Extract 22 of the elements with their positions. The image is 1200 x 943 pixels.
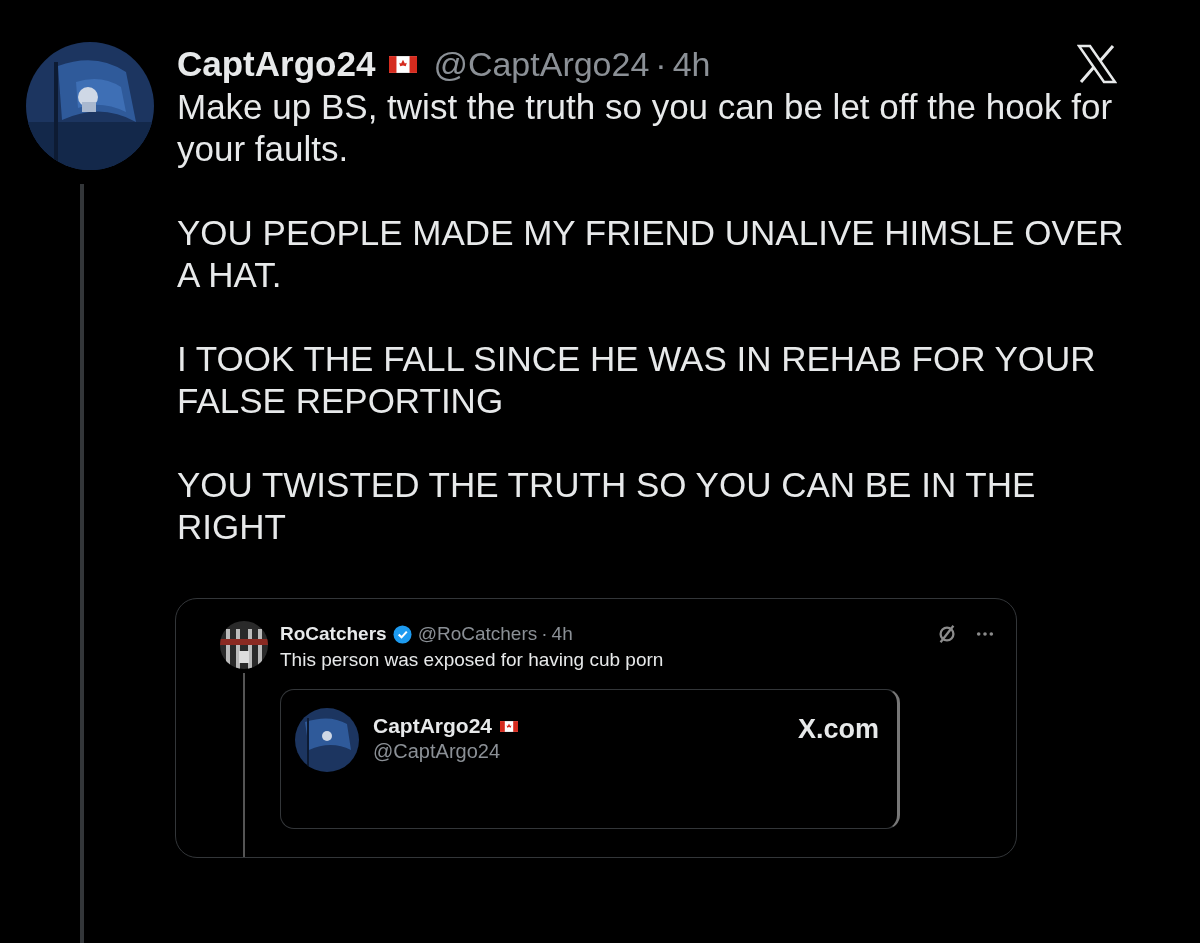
flag-icon	[389, 55, 418, 73]
post-time[interactable]: 4h	[551, 623, 573, 645]
more-icon[interactable]	[976, 631, 994, 637]
separator: ·	[541, 623, 548, 645]
post-text: Make up BS, twist the truth so you can be let off the hook for your faults.	[177, 86, 1114, 170]
site-label: X.com	[797, 713, 879, 745]
flag-icon	[500, 720, 519, 732]
author-name[interactable]: RoCatchers	[280, 623, 387, 645]
embedded-card[interactable]: CaptArgo24 @CaptArgo24 X.com	[280, 689, 900, 829]
post-text: YOU TWISTED THE TRUTH SO YOU CAN BE IN THE RIGHT	[177, 464, 1037, 548]
author-name[interactable]: CaptArgo24	[177, 44, 376, 84]
quoted-post[interactable]: RoCatchers @RoCatchers · 4h This person was exposed for having cub porn CaptArgo24 @CaptArgo24 X.com	[175, 598, 1017, 858]
x-logo-icon	[1077, 44, 1117, 84]
post-text: I TOOK THE FALL SINCE HE WAS IN REHAB FOR YOUR FALSE REPORTING	[177, 338, 1097, 422]
author-name: CaptArgo24	[373, 714, 493, 738]
separator: ·	[655, 44, 667, 84]
post-text: YOU PEOPLE MADE MY FRIEND UNALIVE HIMSLE OVER A HAT.	[177, 212, 1125, 296]
author-handle[interactable]: @RoCatchers	[417, 623, 538, 645]
post-text: This person was exposed for having cub porn	[280, 649, 665, 671]
author-handle: @CaptArgo24	[373, 740, 502, 763]
author-handle[interactable]: @CaptArgo24	[433, 44, 650, 84]
post-time[interactable]: 4h	[672, 44, 711, 84]
